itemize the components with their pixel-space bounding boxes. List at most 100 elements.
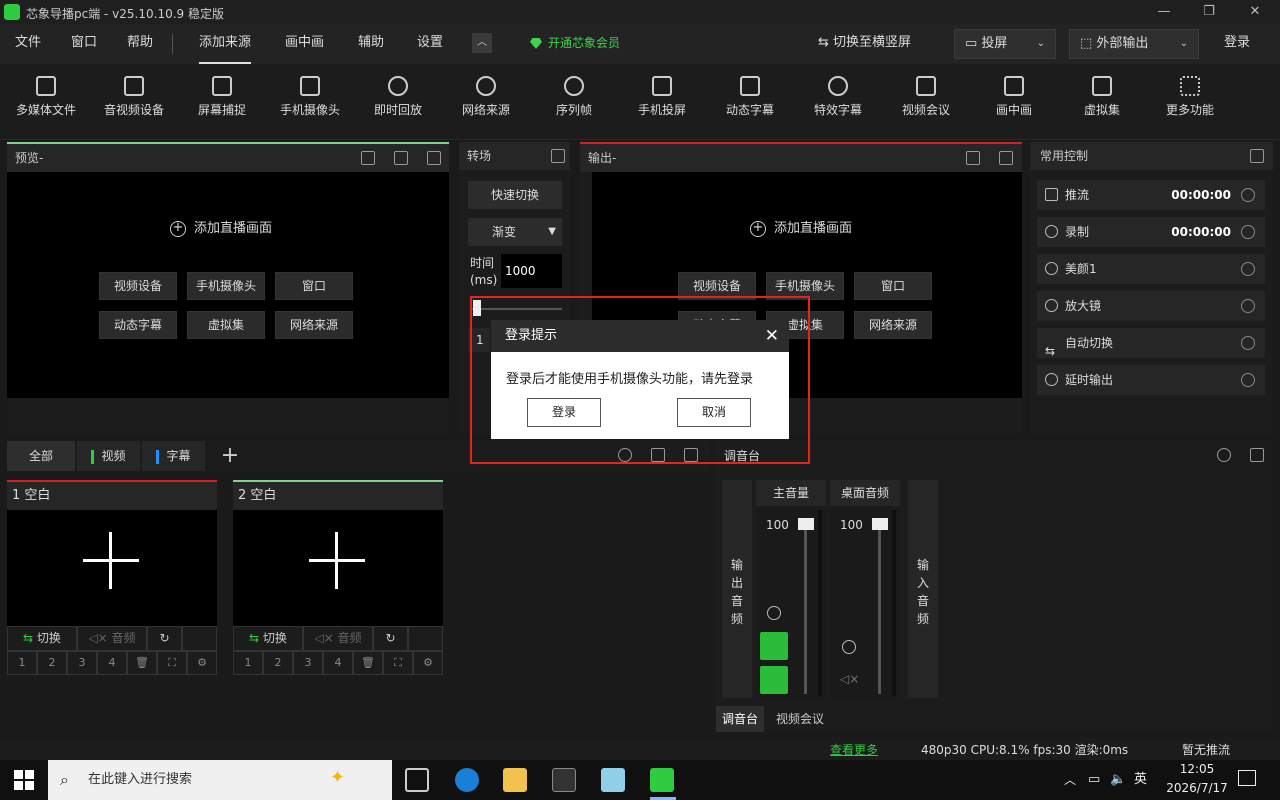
- tool-phone-camera[interactable]: 手机摄像头: [274, 64, 346, 140]
- menu-add-source[interactable]: 添加来源: [199, 24, 252, 64]
- dialog-cancel-button[interactable]: 取消: [677, 398, 751, 427]
- minimize-button[interactable]: —: [1154, 2, 1174, 22]
- terminal-icon[interactable]: [552, 768, 576, 792]
- file-explorer-icon[interactable]: [503, 768, 527, 792]
- volume-fader-track[interactable]: [804, 524, 807, 694]
- login-button[interactable]: 登录: [1224, 24, 1250, 64]
- vip-link[interactable]: 开通芯象会员: [530, 24, 620, 64]
- scene-slot-2[interactable]: 2: [37, 651, 67, 675]
- scene-slot-3[interactable]: 3: [293, 651, 323, 675]
- settings-icon[interactable]: ⚙: [187, 651, 217, 675]
- control-auto-switch[interactable]: ⇆ 自动切换: [1037, 328, 1265, 358]
- scene-slot-4[interactable]: 4: [323, 651, 353, 675]
- safe-frame-icon[interactable]: [361, 151, 375, 165]
- tool-network-source[interactable]: 网络来源: [450, 64, 522, 140]
- control-beauty[interactable]: 美颜1: [1037, 254, 1265, 284]
- headphone-icon[interactable]: [760, 632, 788, 660]
- tool-dynamic-caption[interactable]: 动态字幕: [714, 64, 786, 140]
- app-icon[interactable]: [601, 768, 625, 792]
- tool-media-file[interactable]: 多媒体文件: [10, 64, 82, 140]
- delete-icon[interactable]: 🗑: [353, 651, 383, 675]
- control-magnifier[interactable]: 放大镜: [1037, 291, 1265, 321]
- windows-start-icon[interactable]: [14, 770, 34, 790]
- settings-icon[interactable]: [1241, 336, 1255, 350]
- external-output-dropdown[interactable]: ⬚ 外部输出 ⌄: [1069, 29, 1199, 59]
- task-view-icon[interactable]: [405, 768, 429, 792]
- fullscreen-icon[interactable]: [394, 151, 408, 165]
- tool-video-conference[interactable]: 视频会议: [890, 64, 962, 140]
- refresh-icon[interactable]: ↻: [373, 626, 408, 651]
- scene-preview[interactable]: [233, 510, 443, 626]
- popout-icon[interactable]: [551, 149, 565, 163]
- menu-settings[interactable]: 设置: [417, 24, 443, 64]
- popout-icon[interactable]: [999, 151, 1013, 165]
- transition-mode-select[interactable]: 渐变 ▼: [468, 218, 562, 246]
- tool-effect-caption[interactable]: 特效字幕: [802, 64, 874, 140]
- volume-icon[interactable]: 🔈: [1110, 760, 1126, 800]
- preview-source-phone-camera[interactable]: 手机摄像头: [187, 272, 265, 300]
- settings-icon[interactable]: [1241, 188, 1255, 202]
- fullscreen-icon[interactable]: [966, 151, 980, 165]
- tab-mixer[interactable]: 调音台: [716, 706, 764, 732]
- tool-phone-cast[interactable]: 手机投屏: [626, 64, 698, 140]
- menu-file[interactable]: 文件: [15, 24, 41, 64]
- scene-card[interactable]: 1 空白 ⇆ 切换 ◁× 音频 ↻ 1 2 3 4 🗑 ⛶ ⚙: [7, 480, 217, 675]
- scene-slot-2[interactable]: 2: [263, 651, 293, 675]
- control-push-stream[interactable]: 推流 00:00:00: [1037, 180, 1265, 210]
- close-window-button[interactable]: ✕: [1245, 2, 1265, 22]
- taskbar-time[interactable]: 12:05: [1172, 762, 1222, 776]
- scene-slot-1[interactable]: 1: [233, 651, 263, 675]
- output-add-scene[interactable]: + 添加直播画面: [750, 217, 852, 237]
- volume-fader-track[interactable]: [878, 524, 881, 694]
- tab-caption[interactable]: 字幕: [142, 441, 205, 471]
- settings-icon[interactable]: [1241, 225, 1255, 239]
- notification-icon[interactable]: [1238, 770, 1256, 786]
- edge-browser-icon[interactable]: [455, 768, 479, 792]
- quick-switch-button[interactable]: 快速切换: [468, 181, 562, 209]
- settings-icon[interactable]: [842, 640, 856, 654]
- preview-source-virtual-set[interactable]: 虚拟集: [187, 311, 265, 339]
- preview-add-scene[interactable]: + 添加直播画面: [170, 217, 272, 237]
- control-delay-output[interactable]: 延时输出: [1037, 365, 1265, 395]
- menu-window[interactable]: 窗口: [71, 24, 97, 64]
- menu-assist[interactable]: 辅助: [358, 24, 384, 64]
- xinxiang-app-icon[interactable]: [650, 768, 674, 792]
- tool-instant-replay[interactable]: 即时回放: [362, 64, 434, 140]
- menu-help[interactable]: 帮助: [127, 24, 153, 64]
- settings-icon[interactable]: ⚙: [413, 651, 443, 675]
- close-icon[interactable]: ✕: [765, 320, 779, 352]
- scene-slot-4[interactable]: 4: [97, 651, 127, 675]
- see-more-link[interactable]: 查看更多: [830, 741, 878, 758]
- volume-fader-handle[interactable]: [872, 518, 888, 530]
- preview-source-dynamic-caption[interactable]: 动态字幕: [99, 311, 177, 339]
- tool-more-features[interactable]: 更多功能: [1154, 64, 1226, 140]
- scene-audio-button[interactable]: ◁× 音频: [303, 626, 373, 651]
- cast-dropdown[interactable]: ▭ 投屏 ⌄: [954, 29, 1056, 59]
- speaker-icon[interactable]: [760, 666, 788, 694]
- scene-slot-3[interactable]: 3: [67, 651, 97, 675]
- popout-icon[interactable]: [1250, 448, 1264, 462]
- tool-pip[interactable]: 画中画: [978, 64, 1050, 140]
- preview-source-window[interactable]: 窗口: [275, 272, 353, 300]
- mute-icon[interactable]: ◁×: [840, 672, 859, 686]
- scene-preview[interactable]: [7, 510, 217, 626]
- settings-icon[interactable]: [1241, 262, 1255, 276]
- scene-switch-button[interactable]: ⇆ 切换: [233, 626, 303, 651]
- settings-icon[interactable]: [1217, 448, 1231, 462]
- delete-icon[interactable]: 🗑: [127, 651, 157, 675]
- transition-time-input[interactable]: 1000: [501, 254, 562, 288]
- network-icon[interactable]: ▭: [1088, 760, 1100, 800]
- volume-fader-handle[interactable]: [798, 518, 814, 530]
- taskbar-date[interactable]: 2026/7/17: [1160, 781, 1234, 795]
- scene-switch-button[interactable]: ⇆ 切换: [7, 626, 77, 651]
- tray-chevron-icon[interactable]: ︿: [1064, 760, 1076, 800]
- tool-virtual-set[interactable]: 虚拟集: [1066, 64, 1138, 140]
- tool-sequence-frame[interactable]: 序列帧: [538, 64, 610, 140]
- switch-orientation-button[interactable]: ⇆ 切换至横竖屏: [818, 24, 911, 64]
- output-source-window[interactable]: 窗口: [854, 272, 932, 300]
- settings-icon[interactable]: [1241, 373, 1255, 387]
- scene-audio-button[interactable]: ◁× 音频: [77, 626, 147, 651]
- add-scene-button[interactable]: +: [218, 441, 242, 471]
- ime-indicator[interactable]: 英: [1134, 760, 1147, 800]
- preview-source-network[interactable]: 网络来源: [275, 311, 353, 339]
